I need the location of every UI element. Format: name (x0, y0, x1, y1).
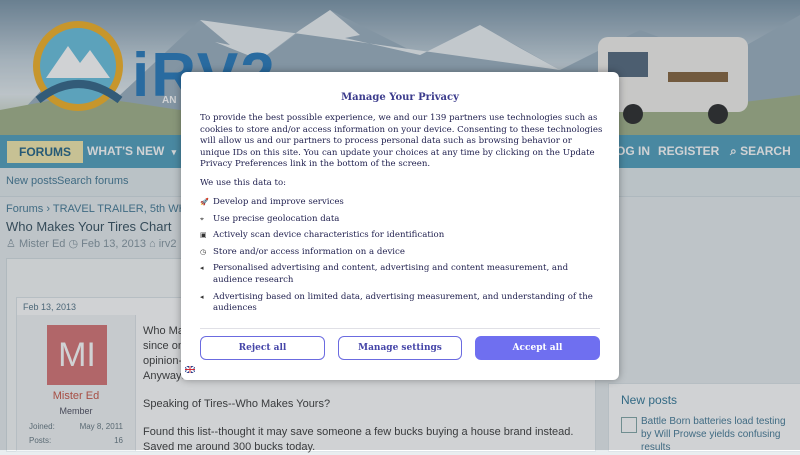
privacy-modal: Manage Your Privacy To provide the best … (181, 72, 619, 380)
purpose-item: ◷ Store and/or access information on a d… (200, 247, 600, 259)
purpose-item: ◂ Personalised advertising and content, … (200, 263, 600, 286)
accept-all-button[interactable]: Accept all (475, 336, 600, 360)
modal-divider (200, 328, 600, 329)
purpose-label: Store and/or access information on a dev… (213, 246, 405, 257)
manage-settings-button[interactable]: Manage settings (338, 336, 462, 360)
rocket-icon: 🚀 (200, 198, 209, 206)
modal-title: Manage Your Privacy (341, 92, 459, 103)
device-scan-icon: ▣ (200, 231, 207, 240)
purpose-label: Personalised advertising and content, ad… (213, 263, 569, 285)
megaphone-icon: ◂ (200, 292, 204, 301)
purpose-label: Develop and improve services (213, 197, 344, 207)
purpose-item: 🚀 Develop and improve services (200, 197, 600, 209)
purpose-item: ◂ Advertising based on limited data, adv… (200, 292, 600, 315)
purpose-label: Use precise geolocation data (213, 213, 340, 224)
reject-all-button[interactable]: Reject all (200, 336, 325, 360)
modal-use-heading: We use this data to: (200, 178, 287, 188)
uk-flag-icon[interactable] (185, 366, 195, 373)
modal-intro: To provide the best possible experience,… (200, 113, 603, 170)
purpose-item: ⌖ Use precise geolocation data (200, 214, 600, 226)
location-pin-icon: ⌖ (200, 214, 204, 223)
purpose-label: Advertising based on limited data, adver… (213, 291, 593, 314)
purpose-item: ▣ Actively scan device characteristics f… (200, 230, 600, 242)
modal-purpose-list: 🚀 Develop and improve services ⌖ Use pre… (200, 197, 600, 320)
megaphone-icon: ◂ (200, 264, 204, 273)
storage-icon: ◷ (200, 247, 207, 256)
purpose-label: Actively scan device characteristics for… (213, 230, 445, 241)
